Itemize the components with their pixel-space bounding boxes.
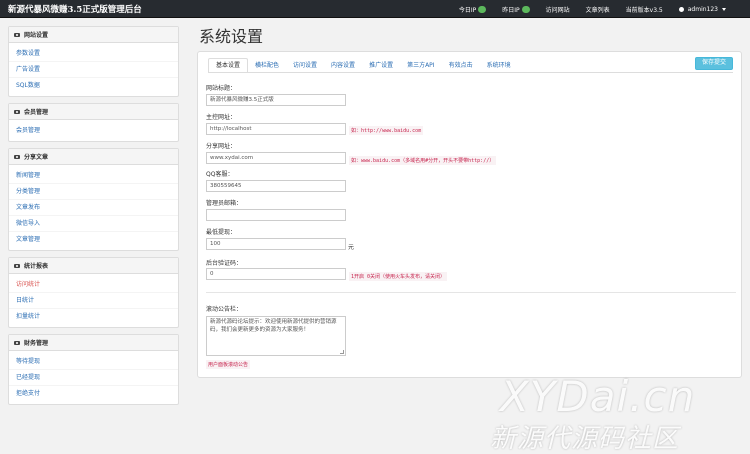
camera-icon	[14, 32, 20, 37]
sidebar-section-header: 统计报表	[9, 258, 178, 274]
chevron-down-icon	[722, 7, 726, 11]
sidebar-item-members[interactable]: 会员管理	[9, 123, 178, 139]
sidebar-section-header: 财务管理	[9, 335, 178, 351]
today-ip[interactable]: 今日IP	[458, 5, 487, 14]
sidebar-section-title: 会员管理	[24, 109, 49, 116]
sidebar-item-wechat-import[interactable]: 微信导入	[9, 216, 178, 232]
tab-system[interactable]: 系统环境	[480, 59, 518, 72]
page-title: 系统设置	[199, 27, 264, 46]
settings-tabs: 基本设置 横栏配色 访问设置 内容设置 推广设置 第三方API 有效点击 系统环…	[208, 58, 518, 72]
qq-label: QQ客服：	[206, 171, 234, 178]
main-domain-hint: 如：http://www.baidu.com	[349, 126, 424, 135]
sidebar-item-params[interactable]: 参数设置	[9, 46, 178, 62]
verify-code-hint: 1开启 0关闭（使用火车头发布，请关闭）	[349, 272, 448, 281]
tab-api[interactable]: 第三方API	[400, 59, 442, 72]
article-list-link[interactable]: 文章列表	[586, 5, 610, 14]
site-title-label: 网站标题：	[206, 85, 237, 92]
sidebar-item-rejected[interactable]: 拒绝支付	[9, 386, 178, 402]
sidebar-section-members: 会员管理 会员管理	[8, 103, 179, 142]
sidebar-item-daily-stats[interactable]: 日统计	[9, 293, 178, 309]
user-icon	[678, 6, 684, 12]
min-withdraw-unit: 元	[348, 244, 355, 251]
admin-email-label: 管理员邮箱：	[206, 200, 243, 207]
tab-content[interactable]: 内容设置	[324, 59, 362, 72]
sidebar-item-visit-stats[interactable]: 访问统计	[9, 277, 178, 293]
sidebar-section-header: 网站设置	[9, 27, 178, 43]
share-domain-hint: 如：www.baidu.com（多域名用#分开，开头不要带http://）	[349, 156, 497, 165]
user-menu[interactable]: admin123	[678, 5, 726, 13]
admin-email-input[interactable]	[206, 209, 346, 221]
notice-label: 滚动公告栏：	[206, 306, 243, 313]
tabs-divider	[208, 72, 733, 73]
verify-code-label: 后台验证码：	[206, 260, 243, 267]
yesterday-ip-label: 昨日IP	[502, 6, 520, 14]
sidebar-section-header: 会员管理	[9, 104, 178, 120]
camera-icon	[14, 154, 20, 159]
section-divider	[206, 292, 736, 293]
tab-promotion[interactable]: 推广设置	[362, 59, 400, 72]
tab-access[interactable]: 访问设置	[286, 59, 324, 72]
top-nav-links: 今日IP 昨日IP 访问网站 文章列表 当前版本v3.5 admin123	[459, 0, 726, 18]
yesterday-ip[interactable]: 昨日IP	[502, 5, 530, 14]
sidebar-item-deduct-stats[interactable]: 扣量统计	[9, 309, 178, 325]
camera-icon	[14, 263, 20, 268]
sidebar-item-news[interactable]: 新闻管理	[9, 168, 178, 184]
sidebar-section-articles: 分享文章 新闻管理 分类管理 文章发布 微信导入 文章管理	[8, 148, 179, 251]
tab-color[interactable]: 横栏配色	[248, 59, 286, 72]
notice-textarea[interactable]: 新源代源码论坛提示：欢迎使用新源代提供的营销源码，我们会更新更多的资源为大家服务…	[206, 316, 346, 356]
verify-code-input[interactable]: 0	[206, 268, 346, 280]
sidebar-section-stats: 统计报表 访问统计 日统计 扣量统计	[8, 257, 179, 328]
notice-tag[interactable]: 用户面板滚动公告	[206, 360, 251, 369]
share-domain-input[interactable]: www.xydai.com	[206, 152, 346, 164]
sidebar-section-site: 网站设置 参数设置 广告设置 SQL数据	[8, 26, 179, 97]
top-navbar: 新源代暴风微赚3.5正式版管理后台 今日IP 昨日IP 访问网站 文章列表 当前…	[0, 0, 750, 18]
sidebar-section-finance: 财务管理 等待提现 已经提现 拒绝支付	[8, 334, 179, 405]
camera-icon	[14, 109, 20, 114]
sidebar-section-title: 财务管理	[24, 340, 49, 347]
sidebar-item-pending-withdraw[interactable]: 等待提现	[9, 354, 178, 370]
sidebar: 网站设置 参数设置 广告设置 SQL数据 会员管理 会员管理 分享文章 新闻管理…	[8, 26, 179, 411]
visit-site-link[interactable]: 访问网站	[546, 5, 570, 14]
app-title: 新源代暴风微赚3.5正式版管理后台	[8, 5, 142, 15]
yesterday-ip-badge	[521, 5, 530, 13]
main-domain-label: 主控网址：	[206, 114, 237, 121]
sidebar-item-ads[interactable]: 广告设置	[9, 62, 178, 78]
min-withdraw-input[interactable]: 100	[206, 238, 346, 250]
share-domain-label: 分享网址：	[206, 143, 237, 150]
sidebar-section-title: 分享文章	[24, 154, 49, 161]
sidebar-item-article-manage[interactable]: 文章管理	[9, 232, 178, 248]
settings-card: 基本设置 横栏配色 访问设置 内容设置 推广设置 第三方API 有效点击 系统环…	[197, 51, 742, 378]
sidebar-item-publish[interactable]: 文章发布	[9, 200, 178, 216]
resize-grip-icon[interactable]	[340, 350, 344, 354]
notice-text: 新源代源码论坛提示：欢迎使用新源代提供的营销源码，我们会更新更多的资源为大家服务…	[210, 319, 337, 333]
today-ip-badge	[478, 5, 487, 13]
tab-basic[interactable]: 基本设置	[208, 58, 249, 72]
sidebar-item-sql[interactable]: SQL数据	[9, 78, 178, 94]
today-ip-label: 今日IP	[458, 6, 477, 14]
camera-icon	[14, 340, 20, 345]
sidebar-item-withdrawn[interactable]: 已经提现	[9, 370, 178, 386]
min-withdraw-label: 最低提现：	[206, 229, 237, 236]
watermark-en: XYDai.cn	[500, 372, 696, 421]
site-title-input[interactable]: 新源代暴风微赚3.5正式版	[206, 94, 346, 106]
main-domain-input[interactable]: http://localhost	[206, 123, 346, 135]
sidebar-section-title: 统计报表	[24, 263, 49, 270]
watermark-cn: 新源代源码社区	[490, 424, 680, 454]
version-link[interactable]: 当前版本v3.5	[626, 5, 663, 14]
user-name: admin123	[687, 5, 718, 13]
sidebar-item-categories[interactable]: 分类管理	[9, 184, 178, 200]
save-button[interactable]: 保存提交	[694, 57, 733, 70]
sidebar-section-title: 网站设置	[24, 32, 49, 39]
sidebar-section-header: 分享文章	[9, 149, 178, 165]
tab-valid-click[interactable]: 有效点击	[442, 59, 480, 72]
qq-input[interactable]: 380559645	[206, 180, 346, 192]
